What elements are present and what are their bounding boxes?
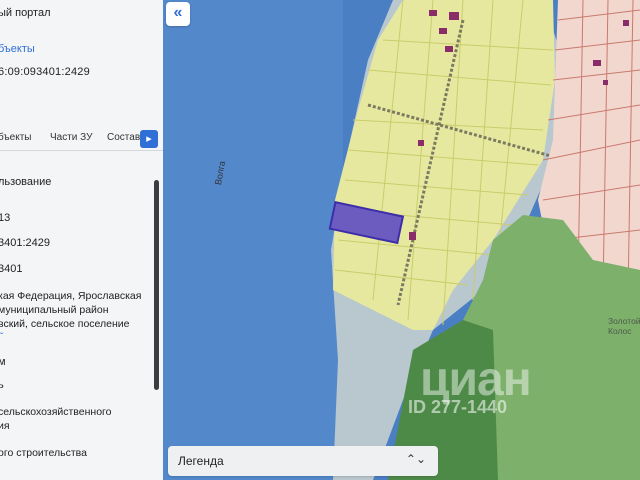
field-value-5: ь (0, 379, 4, 391)
category-line-1: сельскохозяйственного (0, 406, 112, 418)
place-label-line-2: Колос (608, 326, 632, 336)
panel-scrollbar[interactable] (154, 180, 159, 390)
field-value-4: м (0, 356, 6, 368)
water-shade (163, 0, 343, 480)
chevron-down-icon[interactable]: ˇ (0, 332, 3, 343)
updown-chevron-icon[interactable]: ⌃⌄ (406, 452, 426, 466)
address-line-2: муниципальный район (0, 304, 109, 316)
cadastral-number: 6:09:093401:2429 (0, 66, 90, 78)
chevron-right-icon[interactable]: ▸ (140, 130, 158, 148)
legend-label: Легенда (178, 454, 224, 468)
objects-link[interactable]: бъекты (0, 43, 35, 55)
category-line-2: ия (0, 420, 10, 432)
address-line-3: вский, сельское поселение (0, 318, 130, 330)
info-panel: ый портал бъекты 6:09:093401:2429 бъекты… (0, 0, 164, 480)
watermark-id: ID 277-1440 (408, 397, 508, 417)
portal-title: ый портал (0, 7, 51, 19)
place-label: Золотой Колос (608, 316, 640, 336)
legend-select[interactable]: Легенда ⌃⌄ (168, 446, 438, 476)
place-label-line-1: Золотой (608, 316, 640, 326)
map-canvas[interactable] (163, 0, 640, 480)
field-value-1: 13 (0, 212, 11, 224)
expand-toggle[interactable]: ˇ (0, 332, 3, 343)
tab-parts[interactable]: Части ЗУ (50, 132, 92, 143)
field-value-3: 3401 (0, 263, 23, 275)
cadastral-map[interactable] (163, 0, 640, 480)
field-value-2: 3401:2429 (0, 237, 50, 249)
tab-bar: бъекты Части ЗУ Состав ▸ (0, 128, 163, 151)
double-chevron-left-icon[interactable]: « (166, 2, 190, 26)
field-usage: льзование (0, 176, 52, 188)
tab-objects[interactable]: бъекты (0, 132, 31, 143)
permitted-use: ого строительства (0, 447, 87, 459)
address-line-1: кая Федерация, Ярославская (0, 290, 142, 302)
tab-composition[interactable]: Состав (107, 132, 140, 143)
